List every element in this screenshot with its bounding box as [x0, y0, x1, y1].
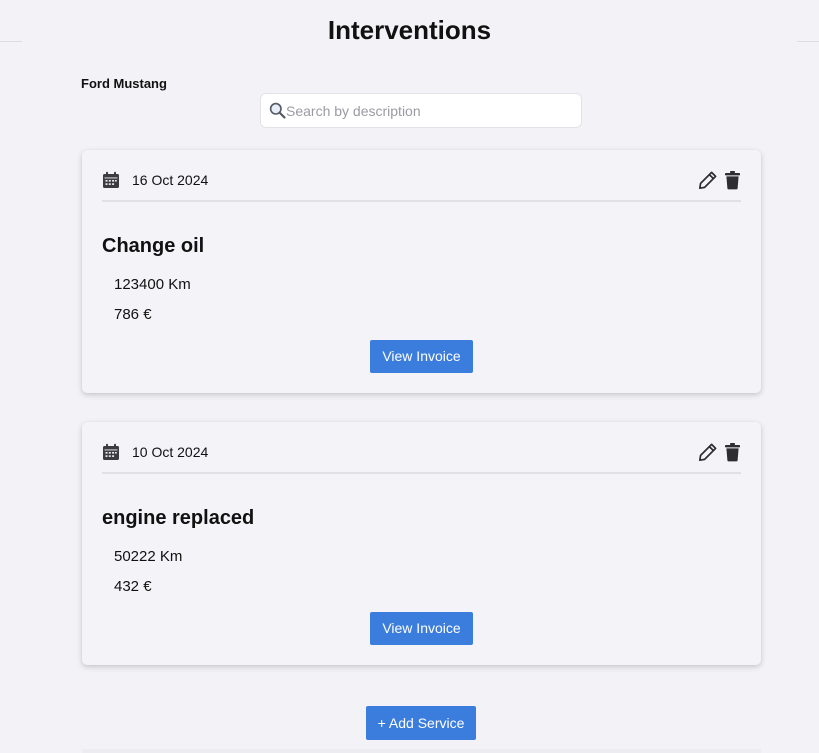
search-box[interactable] [260, 93, 582, 128]
pencil-icon[interactable] [698, 170, 718, 190]
trash-icon[interactable] [724, 170, 741, 190]
intervention-mileage: 123400 Km [114, 276, 191, 293]
view-invoice-button[interactable]: View Invoice [370, 612, 473, 645]
next-section-edge [82, 749, 761, 753]
trash-icon[interactable] [724, 442, 741, 462]
pencil-icon[interactable] [698, 442, 718, 462]
intervention-mileage: 50222 Km [114, 548, 183, 565]
intervention-price: 786 € [114, 306, 152, 323]
vehicle-name: Ford Mustang [81, 76, 167, 91]
intervention-card: 16 Oct 2024 Change oil 123400 Km 786 € V… [82, 150, 761, 393]
intervention-card: 10 Oct 2024 engine replaced 50222 Km 432… [82, 422, 761, 665]
calendar-icon [103, 171, 119, 188]
intervention-price: 432 € [114, 578, 152, 595]
search-icon [268, 102, 286, 120]
intervention-description: engine replaced [102, 507, 255, 529]
card-header: 16 Oct 2024 [102, 168, 741, 202]
page-title: Interventions [327, 15, 492, 45]
intervention-date: 10 Oct 2024 [132, 444, 209, 460]
intervention-description: Change oil [102, 235, 205, 257]
card-header: 10 Oct 2024 [102, 440, 741, 474]
add-service-button[interactable]: + Add Service [366, 706, 476, 740]
view-invoice-button[interactable]: View Invoice [370, 340, 473, 373]
search-input[interactable] [286, 102, 566, 119]
interventions-page: Interventions Ford Mustang Search by des… [0, 0, 819, 753]
intervention-date: 16 Oct 2024 [132, 172, 209, 188]
calendar-icon [103, 443, 119, 460]
